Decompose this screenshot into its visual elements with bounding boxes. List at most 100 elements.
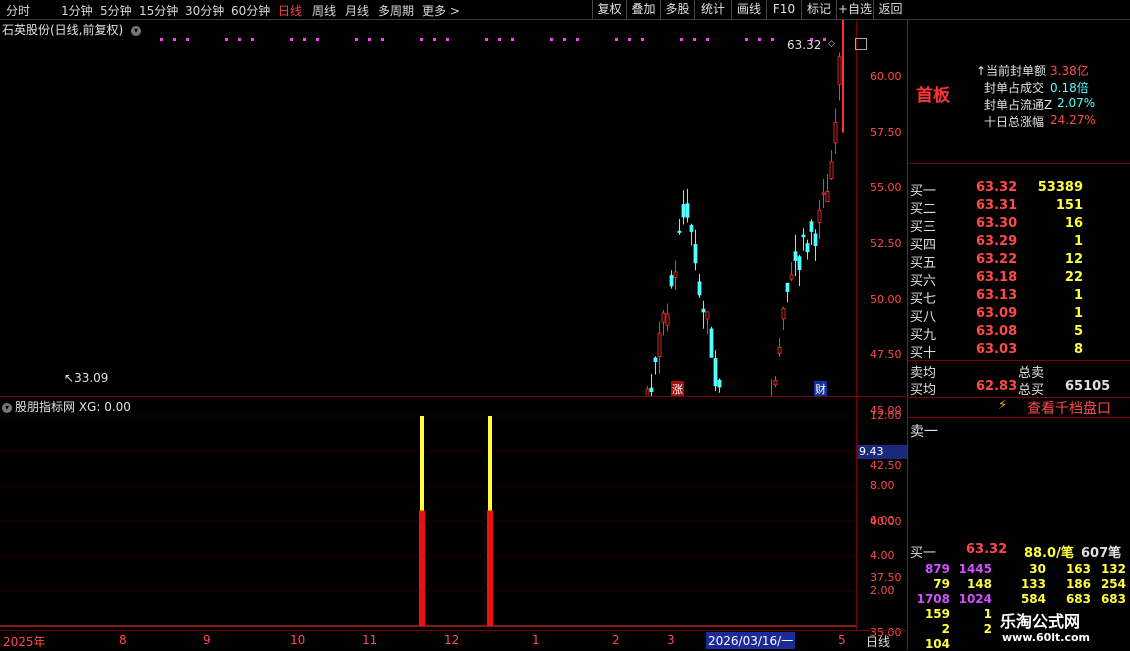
add-watchlist-button[interactable]: +自选	[836, 0, 873, 19]
candle-body	[793, 251, 798, 261]
lightning-icon: ⚡	[998, 398, 1008, 413]
queue-order: 1024	[958, 592, 992, 606]
buy-level-volume: 1	[1073, 306, 1083, 321]
signal-dot	[381, 38, 384, 41]
signal-spike-lower	[419, 510, 425, 626]
candle-body	[809, 221, 814, 232]
buy-level-volume: 16	[1064, 216, 1083, 231]
buy-level-row[interactable]: 买九 63.08 5	[908, 324, 1130, 343]
period-tab-weekly[interactable]: 周线	[312, 2, 336, 19]
period-tab-5min[interactable]: 5分钟	[100, 2, 132, 19]
queue-order: 879	[924, 562, 950, 576]
signal-dot	[745, 38, 748, 41]
buy-level-row[interactable]: 买七 63.13 1	[908, 288, 1130, 307]
multi-stock-button[interactable]: 多股	[660, 0, 694, 19]
buy-level-volume: 8	[1073, 342, 1083, 357]
f10-button[interactable]: F10	[766, 0, 801, 19]
signal-dot	[615, 38, 618, 41]
back-button[interactable]: 返回	[873, 0, 907, 19]
period-tab-multi[interactable]: 多周期	[378, 2, 414, 19]
signal-dot	[290, 38, 293, 41]
queue-order: 584	[1020, 592, 1046, 606]
candle-body	[777, 346, 782, 355]
candle-body	[685, 203, 690, 218]
buy-level-label: 买八	[910, 310, 937, 325]
buy-level-row[interactable]: 买六 63.18 22	[908, 270, 1130, 289]
signal-dot	[680, 38, 683, 41]
buy-level-label: 买五	[910, 256, 937, 271]
candle-body	[677, 230, 682, 233]
signal-spike-upper	[420, 416, 424, 511]
period-indicator: 日线	[866, 635, 891, 649]
price-axis-divider	[856, 20, 857, 396]
buy-level-row[interactable]: 买三 63.30 16	[908, 216, 1130, 235]
price-tick-label: 60.00	[870, 70, 902, 83]
period-tab-15min[interactable]: 15分钟	[139, 2, 178, 19]
expand-icon[interactable]	[855, 38, 867, 50]
price-tick-label: 52.50	[870, 236, 902, 250]
period-tab-daily[interactable]: 日线	[278, 2, 302, 19]
buy-level-label: 买三	[910, 220, 937, 235]
limit-up-marker[interactable]: 涨	[671, 381, 684, 397]
first-board-label: 首板	[916, 86, 950, 106]
candle-body	[649, 387, 654, 392]
period-tab-30min[interactable]: 30分钟	[185, 2, 224, 19]
queue-order: 1445	[958, 562, 992, 576]
draw-line-button[interactable]: 画线	[731, 0, 766, 19]
signal-dot	[641, 38, 644, 41]
indicator-tick-label: 4.00	[870, 549, 895, 562]
period-tab-intraday[interactable]: 分时	[6, 2, 30, 19]
finance-marker[interactable]: 财	[814, 381, 827, 397]
seal-turnover-label: 封单占成交	[984, 81, 1045, 95]
candle-body	[653, 357, 658, 363]
candle-body	[833, 122, 838, 144]
signal-dot	[238, 38, 241, 41]
buy-level-price: 63.22	[976, 252, 1018, 267]
mark-button[interactable]: 标记	[801, 0, 836, 19]
period-tab-more[interactable]: 更多 >	[422, 2, 460, 19]
signal-dot	[576, 38, 579, 41]
bottom-buy-count: 607笔	[1081, 546, 1122, 561]
kline-panel[interactable]: 石英股份(日线,前复权) ▾ ◇ 63.32 ↖33.09 涨 财 60.00 5…	[0, 20, 906, 639]
buy-level-volume: 1	[1073, 234, 1083, 249]
price-tick-label: 55.00	[870, 181, 902, 195]
time-label: 3	[667, 633, 675, 647]
period-tab-monthly[interactable]: 月线	[345, 2, 369, 19]
time-label: 12	[444, 633, 460, 647]
seal-amount-value: 3.38亿	[1050, 64, 1089, 78]
signal-dot	[160, 38, 163, 41]
candle-body	[669, 275, 674, 287]
signal-dot	[758, 38, 761, 41]
signal-dot	[563, 38, 566, 41]
candle-body	[797, 256, 802, 271]
depth-bar: ⚡ 查看千档盘口	[908, 397, 1130, 418]
period-tab-60min[interactable]: 60分钟	[231, 2, 270, 19]
overlay-button[interactable]: 叠加	[626, 0, 660, 19]
statistics-button[interactable]: 统计	[694, 0, 731, 19]
signal-dot	[771, 38, 774, 41]
period-tab-1min[interactable]: 1分钟	[61, 2, 93, 19]
buy-level-row[interactable]: 买八 63.09 1	[908, 306, 1130, 325]
buy-level-row[interactable]: 买四 63.29 1	[908, 234, 1130, 253]
candle-body	[709, 328, 714, 358]
candle-body	[717, 379, 722, 388]
restore-rights-button[interactable]: 复权	[592, 0, 626, 19]
view-depth-button[interactable]: 查看千档盘口	[1027, 398, 1111, 418]
indicator-panel[interactable]: ▾股朋指标网 XG: 0.00 12.0010.008.006.004.002.…	[0, 397, 907, 630]
candle-body	[705, 311, 710, 320]
buy-level-row[interactable]: 买二 63.31 151	[908, 198, 1130, 217]
total-buy-label: 总买	[1018, 383, 1045, 398]
buy-level-row[interactable]: 买一 63.32 53389	[908, 180, 1130, 199]
queue-order: 683	[1065, 592, 1091, 606]
buy-level-volume: 151	[1055, 198, 1083, 213]
queue-order: 132	[1100, 562, 1126, 576]
buy-level-volume: 1	[1073, 288, 1083, 303]
buy-level-volume: 22	[1064, 270, 1083, 285]
buy-level-volume: 53389	[1037, 180, 1083, 195]
buy-level-row[interactable]: 买十 63.03 8	[908, 342, 1130, 361]
seal-turnover-value: 0.18倍	[1050, 81, 1089, 95]
candle-body	[713, 358, 718, 387]
buy-level-row[interactable]: 买五 63.22 12	[908, 252, 1130, 271]
indicator-current-value: 9.43	[857, 445, 907, 459]
orderbook-summary: 卖均 总卖 买均 62.83 总买 65105	[908, 360, 1130, 398]
